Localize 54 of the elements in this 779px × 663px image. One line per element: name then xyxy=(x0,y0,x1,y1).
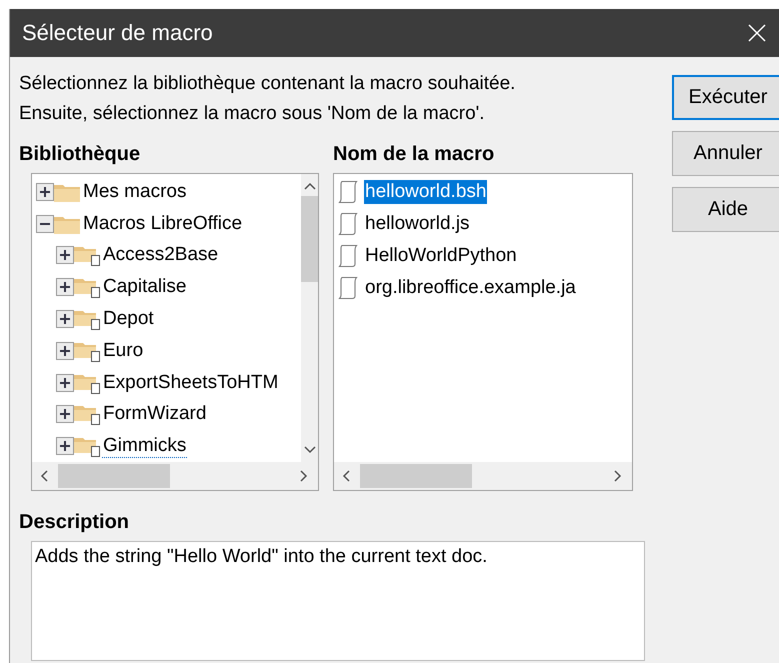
expand-icon[interactable] xyxy=(56,310,74,328)
scroll-thumb[interactable] xyxy=(301,196,318,282)
folder-document-icon xyxy=(74,403,100,426)
folder-document-icon xyxy=(74,308,100,330)
macro-item[interactable]: helloworld.bsh xyxy=(364,180,488,204)
tree-item[interactable]: FormWizard xyxy=(102,403,208,426)
instruction-text: Sélectionnez la bibliothèque contenant la macro souhaitée. xyxy=(19,72,516,96)
dialog-button[interactable]: Aide xyxy=(672,187,779,232)
library-label: Bibliothèque xyxy=(19,142,140,167)
scroll-thumb[interactable] xyxy=(360,464,472,488)
expand-icon[interactable] xyxy=(56,374,74,392)
description-text: Adds the string "Hello World" into the current text doc. xyxy=(35,546,488,567)
tree-item[interactable]: Gimmicks xyxy=(102,434,188,458)
macro-item[interactable]: org.libreoffice.example.ja xyxy=(364,276,577,300)
tree-item[interactable]: Euro xyxy=(102,340,144,362)
script-icon xyxy=(338,179,358,205)
scroll-down-icon[interactable] xyxy=(304,446,316,454)
expand-icon[interactable] xyxy=(56,342,74,360)
instruction-text: Ensuite, sélectionnez la macro sous 'Nom de la macro'. xyxy=(19,102,485,126)
scroll-right-icon[interactable] xyxy=(614,470,622,482)
horizontal-scrollbar[interactable] xyxy=(32,462,318,490)
scroll-right-icon[interactable] xyxy=(300,470,308,482)
tree-item[interactable]: Capitalise xyxy=(102,276,188,298)
scroll-left-icon[interactable] xyxy=(40,470,48,482)
tree-item[interactable]: Access2Base xyxy=(102,244,220,266)
expand-icon[interactable] xyxy=(56,405,74,424)
tree-item[interactable]: Depot xyxy=(102,308,155,330)
macro-item[interactable]: helloworld.js xyxy=(364,212,471,236)
expand-icon[interactable] xyxy=(36,182,54,201)
folder-document-icon xyxy=(74,435,100,458)
tree-item[interactable]: ExportSheetsToHTM xyxy=(102,372,280,394)
macro-item[interactable]: HelloWorldPython xyxy=(364,244,518,268)
dialog-button[interactable]: Exécuter xyxy=(672,75,779,120)
expand-icon[interactable] xyxy=(56,437,74,456)
vertical-scrollbar[interactable] xyxy=(301,174,318,462)
tree-item[interactable]: Mes macros xyxy=(82,180,188,203)
script-icon xyxy=(338,275,358,301)
tree-item[interactable]: Macros LibreOffice xyxy=(82,212,244,235)
horizontal-scrollbar[interactable] xyxy=(334,462,632,490)
folder-document-icon xyxy=(74,276,100,298)
dialog-button[interactable]: Annuler xyxy=(672,131,779,176)
description-label: Description xyxy=(19,510,130,535)
close-icon[interactable] xyxy=(748,24,766,42)
folder-document-icon xyxy=(74,244,100,266)
macro-name-label: Nom de la macro xyxy=(333,142,494,167)
scroll-left-icon[interactable] xyxy=(342,470,350,482)
script-icon xyxy=(338,211,358,237)
collapse-icon[interactable] xyxy=(36,214,54,233)
scroll-up-icon[interactable] xyxy=(304,182,316,190)
scroll-thumb[interactable] xyxy=(58,464,170,488)
expand-icon[interactable] xyxy=(56,278,74,296)
script-icon xyxy=(338,243,358,269)
expand-icon[interactable] xyxy=(56,246,74,264)
window-title: Sélecteur de macro xyxy=(22,20,213,46)
